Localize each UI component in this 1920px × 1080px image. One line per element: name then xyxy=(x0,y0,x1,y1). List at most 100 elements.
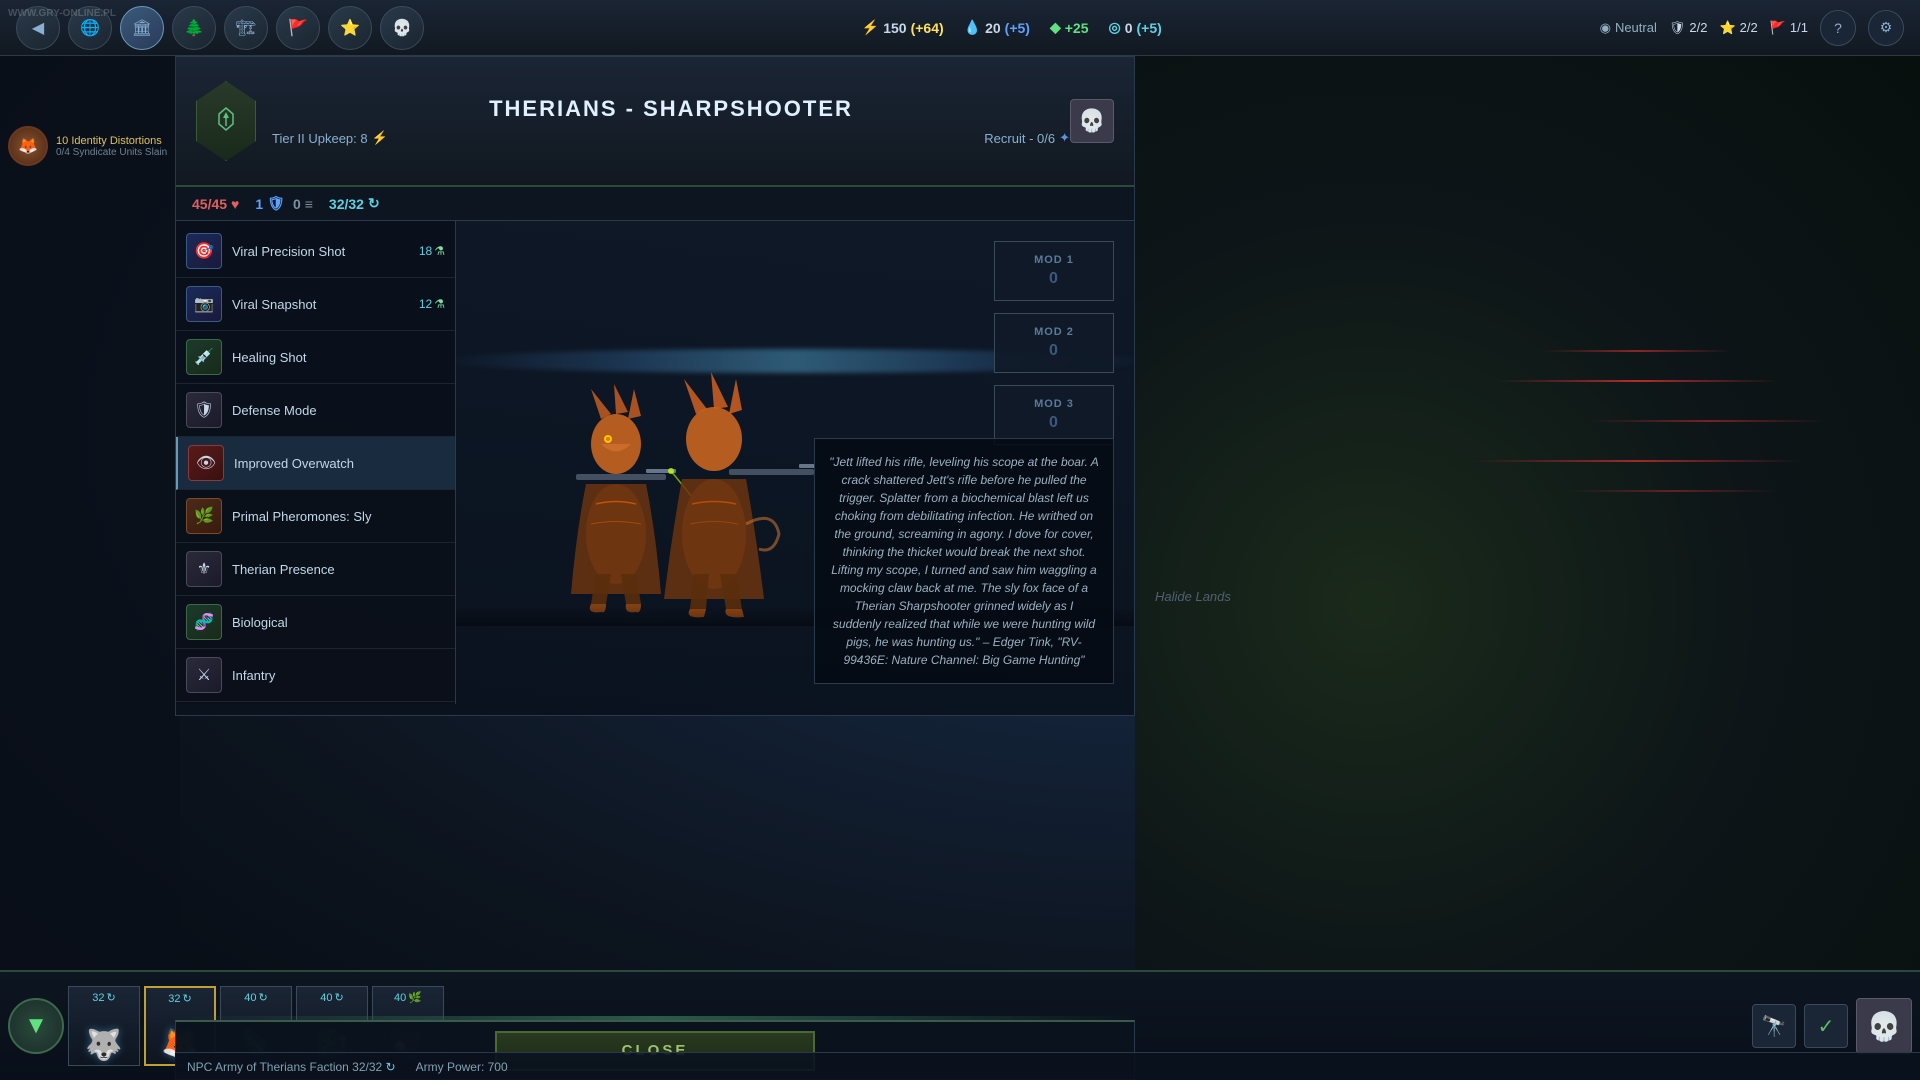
top-hud: ◀ 🌐 🏛 🌲 🏗 🚩 ⭐ 💀 ⚡ 150 (+64) 💧 20 (+5) ◆ … xyxy=(0,0,1920,56)
ability-item-0[interactable]: 🎯Viral Precision Shot18 ⚗ xyxy=(176,225,455,278)
actions-icon: ↻ xyxy=(368,195,380,212)
mission-info: 10 Identity Distortions 0/4 Syndicate Un… xyxy=(56,135,167,158)
faction-emblem xyxy=(196,81,256,161)
nav-skull-btn[interactable]: 💀 xyxy=(380,6,424,50)
mod-1-label: MOD 1 xyxy=(1034,254,1074,266)
left-sidebar: 🦊 10 Identity Distortions 0/4 Syndicate … xyxy=(0,56,180,1080)
unit-figure-right xyxy=(614,324,814,624)
recruit-text: Recruit - 0/6 xyxy=(984,131,1055,146)
ability-item-1[interactable]: 📷 Viral Snapshot 12 ⚗ xyxy=(176,278,455,331)
green-icon: ◆ xyxy=(1050,19,1061,36)
ability-item-4[interactable]: 👁 Improved Overwatch xyxy=(176,437,455,490)
nav-building-btn[interactable]: 🏗 xyxy=(224,6,268,50)
header-info: THERIANS - SHARPSHOOTER Tier II Upkeep: … xyxy=(272,96,1070,146)
army-label: NPC Army of Therians Faction 32/32 ↻ xyxy=(187,1060,396,1074)
resources-bar: ⚡ 150 (+64) 💧 20 (+5) ◆ +25 ◎ 0 (+5) xyxy=(862,19,1162,36)
ability-item-9[interactable]: 🦶Land Movement xyxy=(176,702,455,704)
star-count: ⭐ 2/2 xyxy=(1719,20,1757,36)
nav-star-btn[interactable]: ⭐ xyxy=(328,6,372,50)
status-icon: ◉ xyxy=(1600,20,1611,36)
ability-icon-4: 👁 xyxy=(188,445,224,481)
panel-content: 🎯Viral Precision Shot18 ⚗ 📷 Viral Snapshot… xyxy=(176,221,1134,704)
abilities-list: 🎯Viral Precision Shot18 ⚗ 📷 Viral Snapshot… xyxy=(176,221,456,704)
map-decorations xyxy=(1449,330,1920,530)
settings-button[interactable]: ⚙ xyxy=(1868,10,1904,46)
moves-value: 0 xyxy=(293,196,301,212)
star-value: 2/2 xyxy=(1740,20,1758,35)
tier-icon: ⚡ xyxy=(372,130,388,146)
green-value: +25 xyxy=(1065,20,1089,36)
nav-flag-btn[interactable]: 🚩 xyxy=(276,6,320,50)
nav-tree-btn[interactable]: 🌲 xyxy=(172,6,216,50)
ability-name-4: Improved Overwatch xyxy=(234,456,445,471)
action-confirm-btn[interactable]: ✓ xyxy=(1804,1004,1848,1048)
unit-thumb-0[interactable]: 32 ↻ 🐺 xyxy=(68,986,140,1066)
ability-name-0: Viral Precision Shot xyxy=(232,244,409,259)
ability-item-5[interactable]: 🌿Primal Pheromones: Sly xyxy=(176,490,455,543)
mission-progress: 0/4 Syndicate Units Slain xyxy=(56,147,167,158)
recruit-icon: ✦ xyxy=(1059,130,1070,146)
mission-name: Identity Distortions xyxy=(71,135,161,147)
header-sub: Tier II Upkeep: 8 ⚡ Recruit - 0/6 ✦ xyxy=(272,130,1070,146)
shield-value: 2/2 xyxy=(1689,20,1707,35)
mod-slot-3[interactable]: MOD 3 0 xyxy=(994,385,1114,445)
stat-shield: 1 🛡 0 ≡ xyxy=(255,195,313,212)
ability-icon-5: 🌿 xyxy=(186,498,222,534)
ability-item-8[interactable]: ⚔Infantry xyxy=(176,649,455,702)
map-area: Halide Lands xyxy=(1135,56,1920,970)
action-scope-btn[interactable]: 🔭 xyxy=(1752,1004,1796,1048)
resource-energy: ⚡ 150 (+64) xyxy=(862,19,944,36)
ability-cost-1: 12 ⚗ xyxy=(419,297,445,311)
hp-icon: ♥ xyxy=(231,196,239,212)
ability-item-3[interactable]: 🛡 Defense Mode xyxy=(176,384,455,437)
army-power: Army Power: 700 xyxy=(416,1060,508,1074)
shield-value: 1 xyxy=(255,196,263,212)
army-info-bar: NPC Army of Therians Faction 32/32 ↻ Arm… xyxy=(175,1052,1920,1080)
ability-icon-7: 🧬 xyxy=(186,604,222,640)
mod-3-label: MOD 3 xyxy=(1034,398,1074,410)
bottom-skull-icon: 💀 xyxy=(1856,998,1912,1054)
ability-name-1: Viral Snapshot xyxy=(232,297,409,312)
map-label: Halide Lands xyxy=(1155,589,1231,604)
panel-header: THERIANS - SHARPSHOOTER Tier II Upkeep: … xyxy=(176,57,1134,187)
unit-title: THERIANS - SHARPSHOOTER xyxy=(272,96,1070,122)
unit-cost-top-0: 32 ↻ xyxy=(92,991,115,1004)
ability-name-3: Defense Mode xyxy=(232,403,445,418)
ability-icon-1: 📷 xyxy=(186,286,222,322)
nav-city-btn[interactable]: 🏛 xyxy=(120,6,164,50)
energy-icon: ⚡ xyxy=(862,19,879,36)
mod-1-value: 0 xyxy=(1049,270,1059,288)
resource-water: 💧 20 (+5) xyxy=(964,19,1030,36)
ability-icon-2: 💉 xyxy=(186,339,222,375)
flag-value: 1/1 xyxy=(1790,20,1808,35)
watermark: WWW.GRY-ONLINE.PL xyxy=(8,8,116,19)
map-streak-1 xyxy=(1543,350,1731,352)
ability-name-8: Infantry xyxy=(232,668,445,683)
mod-slot-1[interactable]: MOD 1 0 xyxy=(994,241,1114,301)
mod-3-value: 0 xyxy=(1049,414,1059,432)
cyan-icon: ◎ xyxy=(1109,19,1121,36)
ability-item-2[interactable]: 💉Healing Shot xyxy=(176,331,455,384)
mission-avatar: 🦊 xyxy=(8,126,48,166)
unit-detail-panel: THERIANS - SHARPSHOOTER Tier II Upkeep: … xyxy=(175,56,1135,716)
panel-bottom-decoration xyxy=(175,1016,1135,1020)
ability-item-7[interactable]: 🧬Biological xyxy=(176,596,455,649)
water-bonus: (+5) xyxy=(1005,20,1030,36)
unit-cost-top-3: 40 ↻ xyxy=(320,991,343,1004)
stat-hp: 45/45 ♥ xyxy=(192,196,239,212)
mod-slot-2[interactable]: MOD 2 0 xyxy=(994,313,1114,373)
map-streak-4 xyxy=(1473,460,1803,462)
ability-item-6[interactable]: ⚜Therian Presence xyxy=(176,543,455,596)
unit-display-area: MOD 1 0 MOD 2 0 MOD 3 0 "Jett lifted his… xyxy=(456,221,1134,704)
ability-icon-3: 🛡 xyxy=(186,392,222,428)
unit-portrait-icon: 💀 xyxy=(1070,99,1114,143)
hud-right: ◉ Neutral 🛡 2/2 ⭐ 2/2 🚩 1/1 ? ⚙ xyxy=(1600,10,1904,46)
tier-text: Tier II Upkeep: 8 xyxy=(272,131,368,146)
map-streak-5 xyxy=(1567,490,1779,492)
army-faction-badge: ▼ xyxy=(8,998,64,1054)
help-button[interactable]: ? xyxy=(1820,10,1856,46)
stat-actions: 32/32 ↻ xyxy=(329,195,380,212)
flag-icon: 🚩 xyxy=(1770,20,1786,36)
army-sync-icon: ↻ xyxy=(386,1060,396,1074)
shield-icon: 🛡 xyxy=(267,195,285,212)
